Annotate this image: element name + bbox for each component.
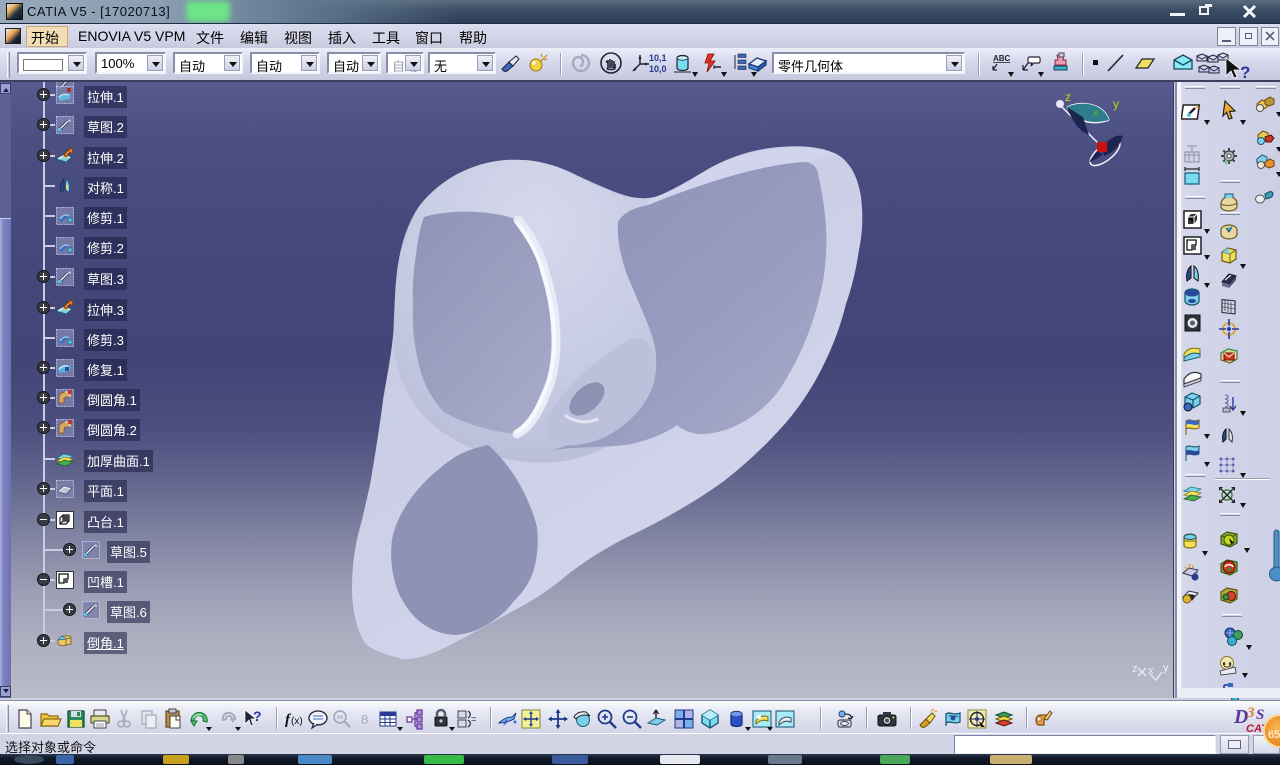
svg-text:(x): (x) <box>291 716 303 727</box>
svg-text:y: y <box>1113 97 1119 111</box>
svg-text:?: ? <box>1240 63 1250 82</box>
svg-text:=: = <box>471 714 476 724</box>
svg-text:y: y <box>1163 662 1169 674</box>
svg-text:S: S <box>1256 707 1264 723</box>
svg-text:ABC: ABC <box>993 54 1011 63</box>
svg-text:10,0: 10,0 <box>649 64 667 74</box>
svg-text:x: x <box>1093 108 1098 119</box>
svg-text:3: 3 <box>1246 705 1255 721</box>
svg-text:10,1: 10,1 <box>649 53 667 63</box>
svg-text:x: x <box>1148 665 1154 677</box>
svg-text:z: z <box>1132 663 1138 675</box>
svg-text:8: 8 <box>361 712 368 727</box>
svg-text:?: ? <box>253 708 262 724</box>
svg-text:z: z <box>1065 90 1071 104</box>
